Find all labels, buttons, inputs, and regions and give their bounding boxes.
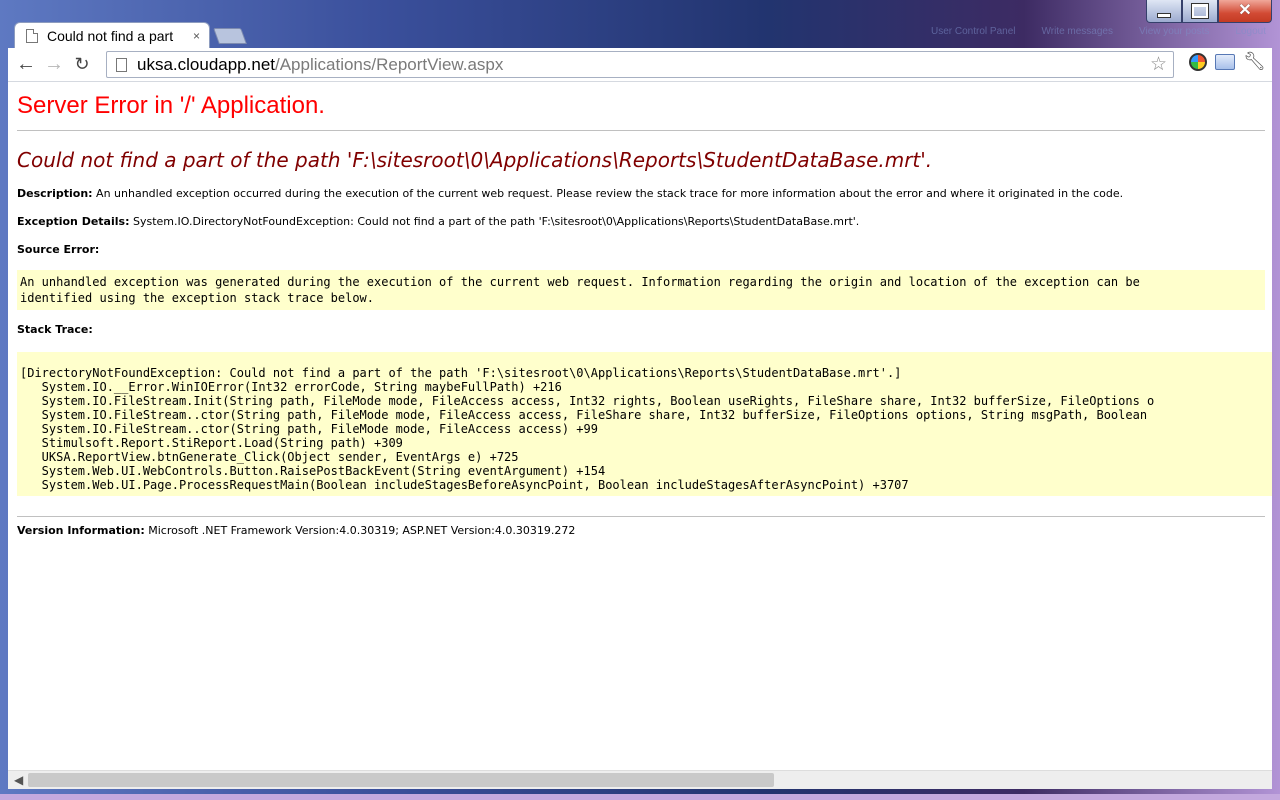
stack-line: System.IO.FileStream..ctor(String path, … (20, 422, 598, 436)
scroll-left-arrow-icon[interactable]: ◀ (14, 773, 23, 787)
stack-trace-box: [DirectoryNotFoundException: Could not f… (17, 352, 1272, 496)
horizontal-scrollbar[interactable]: ◀ (8, 770, 1272, 789)
scrollbar-thumb[interactable] (28, 773, 774, 787)
close-window-button[interactable]: ✕ (1218, 0, 1272, 23)
code-line: identified using the exception stack tra… (20, 291, 375, 305)
background-page-links: User Control Panel Write messages View y… (931, 26, 1266, 37)
source-error-heading: Source Error: (17, 243, 99, 256)
version-line: Version Information: Microsoft .NET Fram… (17, 524, 575, 537)
description-line: Description: An unhandled exception occu… (17, 187, 1123, 200)
version-text: Microsoft .NET Framework Version:4.0.303… (148, 524, 576, 537)
stack-line: System.IO.__Error.WinIOError(Int32 error… (20, 380, 562, 394)
url-host: uksa.cloudapp.net (137, 54, 275, 74)
description-text: An unhandled exception occurred during t… (96, 187, 1124, 200)
stack-line: System.IO.FileStream.Init(String path, F… (20, 394, 1155, 408)
back-arrow-icon: ← (16, 53, 36, 75)
stack-trace-heading: Stack Trace: (17, 323, 93, 336)
page-title: Server Error in '/' Application. (17, 92, 325, 119)
version-label: Version Information: (17, 524, 145, 537)
new-tab-button[interactable] (213, 28, 247, 44)
forward-button[interactable]: → (40, 51, 68, 79)
faint-link: User Control Panel (931, 26, 1016, 37)
url-path: /Applications/ReportView.aspx (275, 54, 504, 74)
faint-link: View your posts (1139, 26, 1210, 37)
wrench-icon[interactable]: 🔧︎ (1243, 51, 1266, 72)
toolbar-extensions: 🔧︎ (1189, 51, 1266, 72)
browser-tab-active[interactable]: Could not find a part × (14, 22, 210, 49)
tab-title: Could not find a part (47, 28, 174, 44)
page-icon (26, 29, 38, 43)
maximize-icon (1192, 4, 1208, 18)
extension-card-icon[interactable] (1215, 53, 1236, 70)
bookmark-star-icon[interactable]: ☆ (1150, 53, 1167, 76)
page-content: Server Error in '/' Application. Could n… (8, 82, 1272, 770)
exception-line: Exception Details: System.IO.DirectoryNo… (17, 215, 859, 228)
close-icon: ✕ (1238, 2, 1252, 19)
page-icon (116, 57, 127, 72)
stack-line: System.Web.UI.WebControls.Button.RaisePo… (20, 464, 606, 478)
source-error-box: An unhandled exception was generated dur… (17, 270, 1265, 310)
window-caption-buttons: ✕ (1146, 0, 1272, 24)
stack-line: System.Web.UI.Page.ProcessRequestMain(Bo… (20, 478, 909, 492)
extension-color-wheel-icon[interactable] (1189, 52, 1208, 71)
window-frame-bottom (0, 794, 1280, 800)
code-line: An unhandled exception was generated dur… (20, 275, 1140, 289)
address-bar[interactable]: uksa.cloudapp.net/Applications/ReportVie… (106, 51, 1174, 78)
forward-arrow-icon: → (44, 53, 64, 75)
reload-icon: ↻ (74, 54, 90, 74)
reload-button[interactable]: ↻ (68, 51, 96, 79)
stack-line: System.IO.FileStream..ctor(String path, … (20, 408, 1148, 422)
description-label: Description: (17, 187, 93, 200)
browser-toolbar: ← → ↻ uksa.cloudapp.net/Applications/Rep… (8, 48, 1272, 82)
minimize-icon (1157, 12, 1171, 18)
stack-line: Stimulsoft.Report.StiReport.Load(String … (20, 436, 403, 450)
back-button[interactable]: ← (12, 51, 40, 79)
minimize-button[interactable] (1146, 0, 1182, 23)
stack-line: UKSA.ReportView.btnGenerate_Click(Object… (20, 450, 519, 464)
stack-trace-label: Stack Trace: (17, 323, 93, 336)
maximize-button[interactable] (1182, 0, 1218, 23)
faint-link: Logout (1235, 26, 1266, 37)
source-error-label: Source Error: (17, 243, 100, 256)
stack-line: [DirectoryNotFoundException: Could not f… (20, 366, 902, 380)
exception-label: Exception Details: (17, 215, 130, 228)
exception-text: System.IO.DirectoryNotFoundException: Co… (132, 215, 860, 228)
divider (17, 130, 1265, 131)
faint-link: Write messages (1041, 26, 1113, 37)
tab-close-button[interactable]: × (193, 29, 200, 43)
divider (17, 516, 1265, 517)
error-heading: Could not find a part of the path 'F:\si… (17, 148, 933, 172)
